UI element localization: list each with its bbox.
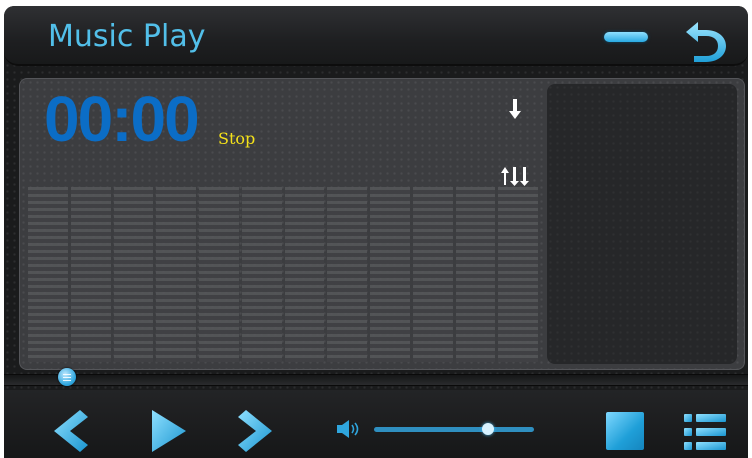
stop-button[interactable] — [606, 412, 644, 450]
music-player-screen: Music Play 00:00 Stop — [4, 6, 748, 458]
minimize-button[interactable] — [604, 32, 648, 42]
playback-controls — [4, 390, 748, 458]
visualizer-bar — [284, 187, 325, 362]
visualizer-bar — [412, 187, 453, 362]
visualizer-bar — [327, 187, 367, 362]
spectrum-visualizer — [28, 187, 538, 362]
time-display: 00:00 — [44, 83, 200, 155]
visualizer-bar — [455, 187, 496, 362]
visualizer-bar — [28, 187, 68, 362]
visualizer-bar — [241, 187, 282, 362]
playback-status: Stop — [218, 129, 256, 148]
visualizer-bar — [156, 187, 196, 362]
play-icon[interactable] — [148, 408, 188, 454]
progress-thumb[interactable] — [58, 368, 76, 386]
volume-icon[interactable] — [336, 418, 364, 440]
visualizer-bar — [70, 187, 111, 362]
visualizer-bar — [199, 187, 239, 362]
visualizer-bar — [498, 187, 538, 362]
title-bar: Music Play — [4, 6, 748, 66]
volume-thumb[interactable] — [482, 423, 494, 435]
visualizer-bar — [113, 187, 154, 362]
down-arrow-icon[interactable] — [506, 97, 524, 121]
visualizer-bar — [370, 187, 410, 362]
album-art-panel — [547, 84, 737, 364]
back-arrow-icon[interactable] — [684, 18, 730, 64]
equalizer-icon[interactable] — [500, 165, 532, 187]
previous-icon[interactable] — [50, 408, 90, 454]
main-panel: 00:00 Stop — [19, 78, 745, 370]
page-title: Music Play — [48, 19, 206, 54]
progress-bar[interactable] — [4, 374, 748, 386]
volume-slider[interactable] — [374, 427, 534, 432]
next-icon[interactable] — [236, 408, 276, 454]
playlist-icon[interactable] — [682, 410, 728, 454]
